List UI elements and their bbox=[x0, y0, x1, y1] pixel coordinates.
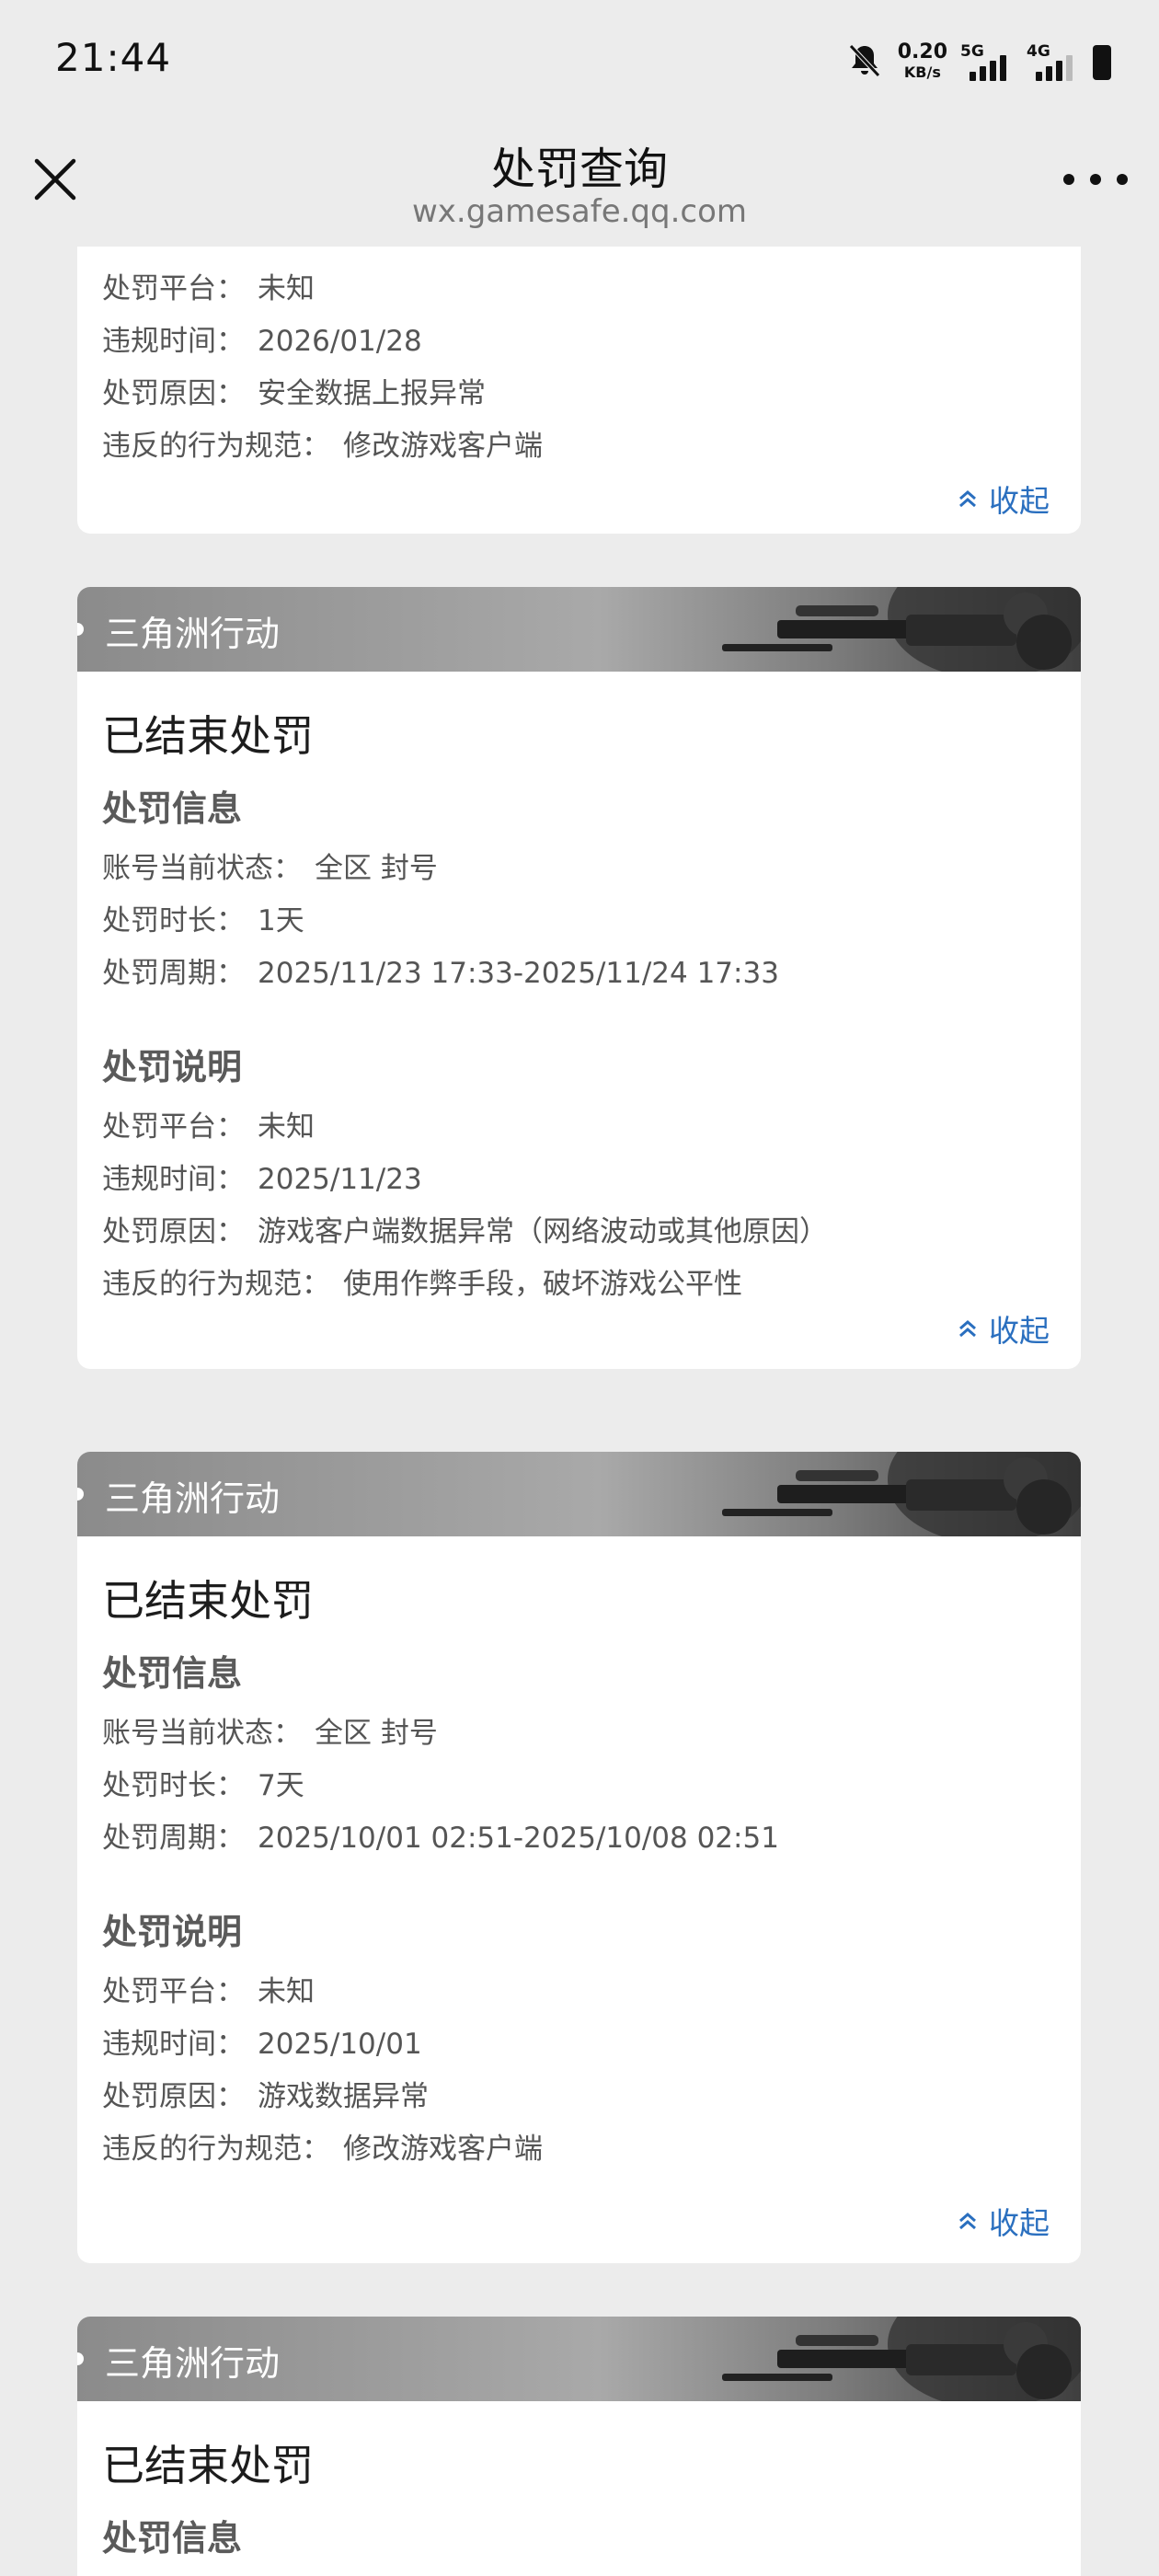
double-chevron-up-icon bbox=[959, 490, 976, 508]
punishment-list[interactable]: 处罚平台： 未知 违规时间： 2026/01/28 处罚原因： 安全数据上报异常 违反… bbox=[0, 247, 1159, 2576]
duration-row: 处罚时长： 7天 bbox=[102, 1769, 304, 1802]
period-row: 处罚周期： 2025/10/01 02:51-2025/10/08 02:51 bbox=[102, 1822, 779, 1855]
violation-time-row: 违规时间： 2025/10/01 bbox=[102, 2028, 422, 2061]
period-row: 处罚周期： 2025/11/23 17:33-2025/11/24 17:33 bbox=[102, 957, 779, 990]
violation-time-row: 违规时间： 2026/01/28 bbox=[102, 325, 422, 358]
game-name: 三角洲行动 bbox=[105, 1478, 281, 1519]
soldier-artwork-icon bbox=[722, 2317, 1081, 2401]
punishment-card: 三角洲行动 已结束处罚 处罚信息 bbox=[77, 2317, 1081, 2576]
account-state-row: 账号当前状态： 全区 封号 bbox=[102, 1717, 438, 1750]
page-title: 处罚查询 bbox=[490, 144, 668, 195]
game-name: 三角洲行动 bbox=[105, 614, 281, 654]
collapse-button[interactable]: 收起 bbox=[956, 1306, 1050, 1351]
punishment-status: 已结束处罚 bbox=[102, 711, 314, 761]
status-icons: 0.20 KB/s 5G 4G bbox=[844, 40, 1111, 85]
rule-row: 违反的行为规范： 修改游戏客户端 bbox=[102, 2133, 543, 2166]
game-banner: 三角洲行动 bbox=[77, 2317, 1081, 2401]
reason-row: 处罚原因： 游戏数据异常 bbox=[102, 2080, 429, 2113]
section-title-info: 处罚信息 bbox=[102, 788, 243, 829]
platform-row: 处罚平台： 未知 bbox=[102, 1975, 315, 2008]
rule-row: 违反的行为规范： 修改游戏客户端 bbox=[102, 430, 543, 463]
section-title-info: 处罚信息 bbox=[102, 1653, 243, 1694]
punishment-card: 三角洲行动 已结束处罚 处罚信息 账号当前状态： 全区 封号 处罚时长： 7天 处罚… bbox=[77, 1452, 1081, 2263]
double-chevron-up-icon bbox=[959, 2213, 976, 2230]
battery-icon bbox=[1093, 45, 1111, 80]
soldier-artwork-icon bbox=[722, 1452, 1081, 1536]
duration-row: 处罚时长： 1天 bbox=[102, 904, 304, 937]
punishment-card: 三角洲行动 已结束处罚 处罚信息 账号当前状态： 全区 封号 处罚时长： 1天 处罚… bbox=[77, 587, 1081, 1369]
punishment-status: 已结束处罚 bbox=[102, 2441, 314, 2490]
collapse-button[interactable]: 收起 bbox=[956, 2199, 1050, 2243]
page-url: wx.gamesafe.qq.com bbox=[411, 193, 748, 230]
signal-5g-icon: 5G bbox=[960, 42, 1014, 83]
rule-row: 违反的行为规范： 使用作弊手段，破坏游戏公平性 bbox=[102, 1268, 742, 1301]
account-state-row: 账号当前状态： 全区 封号 bbox=[102, 852, 438, 885]
game-banner: 三角洲行动 bbox=[77, 1452, 1081, 1536]
network-speed: 0.20 KB/s bbox=[897, 40, 947, 82]
signal-4g-icon: 4G bbox=[1027, 42, 1080, 83]
platform-row: 处罚平台： 未知 bbox=[102, 1110, 315, 1144]
collapse-button[interactable]: 收起 bbox=[956, 477, 1050, 521]
violation-time-row: 违规时间： 2025/11/23 bbox=[102, 1163, 422, 1196]
section-title-description: 处罚说明 bbox=[102, 1912, 243, 1952]
section-title-description: 处罚说明 bbox=[102, 1047, 243, 1087]
mute-bell-icon bbox=[844, 40, 885, 85]
clock: 21:44 bbox=[55, 35, 172, 80]
punishment-card: 处罚平台： 未知 违规时间： 2026/01/28 处罚原因： 安全数据上报异常 违反… bbox=[77, 247, 1081, 534]
soldier-artwork-icon bbox=[722, 587, 1081, 672]
platform-row: 处罚平台： 未知 bbox=[102, 272, 315, 305]
game-banner: 三角洲行动 bbox=[77, 587, 1081, 672]
double-chevron-up-icon bbox=[959, 1320, 976, 1338]
status-bar: 21:44 0.20 KB/s 5G 4G bbox=[0, 0, 1159, 120]
punishment-status: 已结束处罚 bbox=[102, 1576, 314, 1626]
navigation-bar: 处罚查询 wx.gamesafe.qq.com bbox=[0, 120, 1159, 247]
reason-row: 处罚原因： 安全数据上报异常 bbox=[102, 377, 486, 410]
game-name: 三角洲行动 bbox=[105, 2343, 281, 2384]
reason-row: 处罚原因： 游戏客户端数据异常（网络波动或其他原因） bbox=[102, 1215, 828, 1248]
more-menu-icon[interactable] bbox=[1063, 166, 1128, 193]
section-title-info: 处罚信息 bbox=[102, 2518, 243, 2559]
